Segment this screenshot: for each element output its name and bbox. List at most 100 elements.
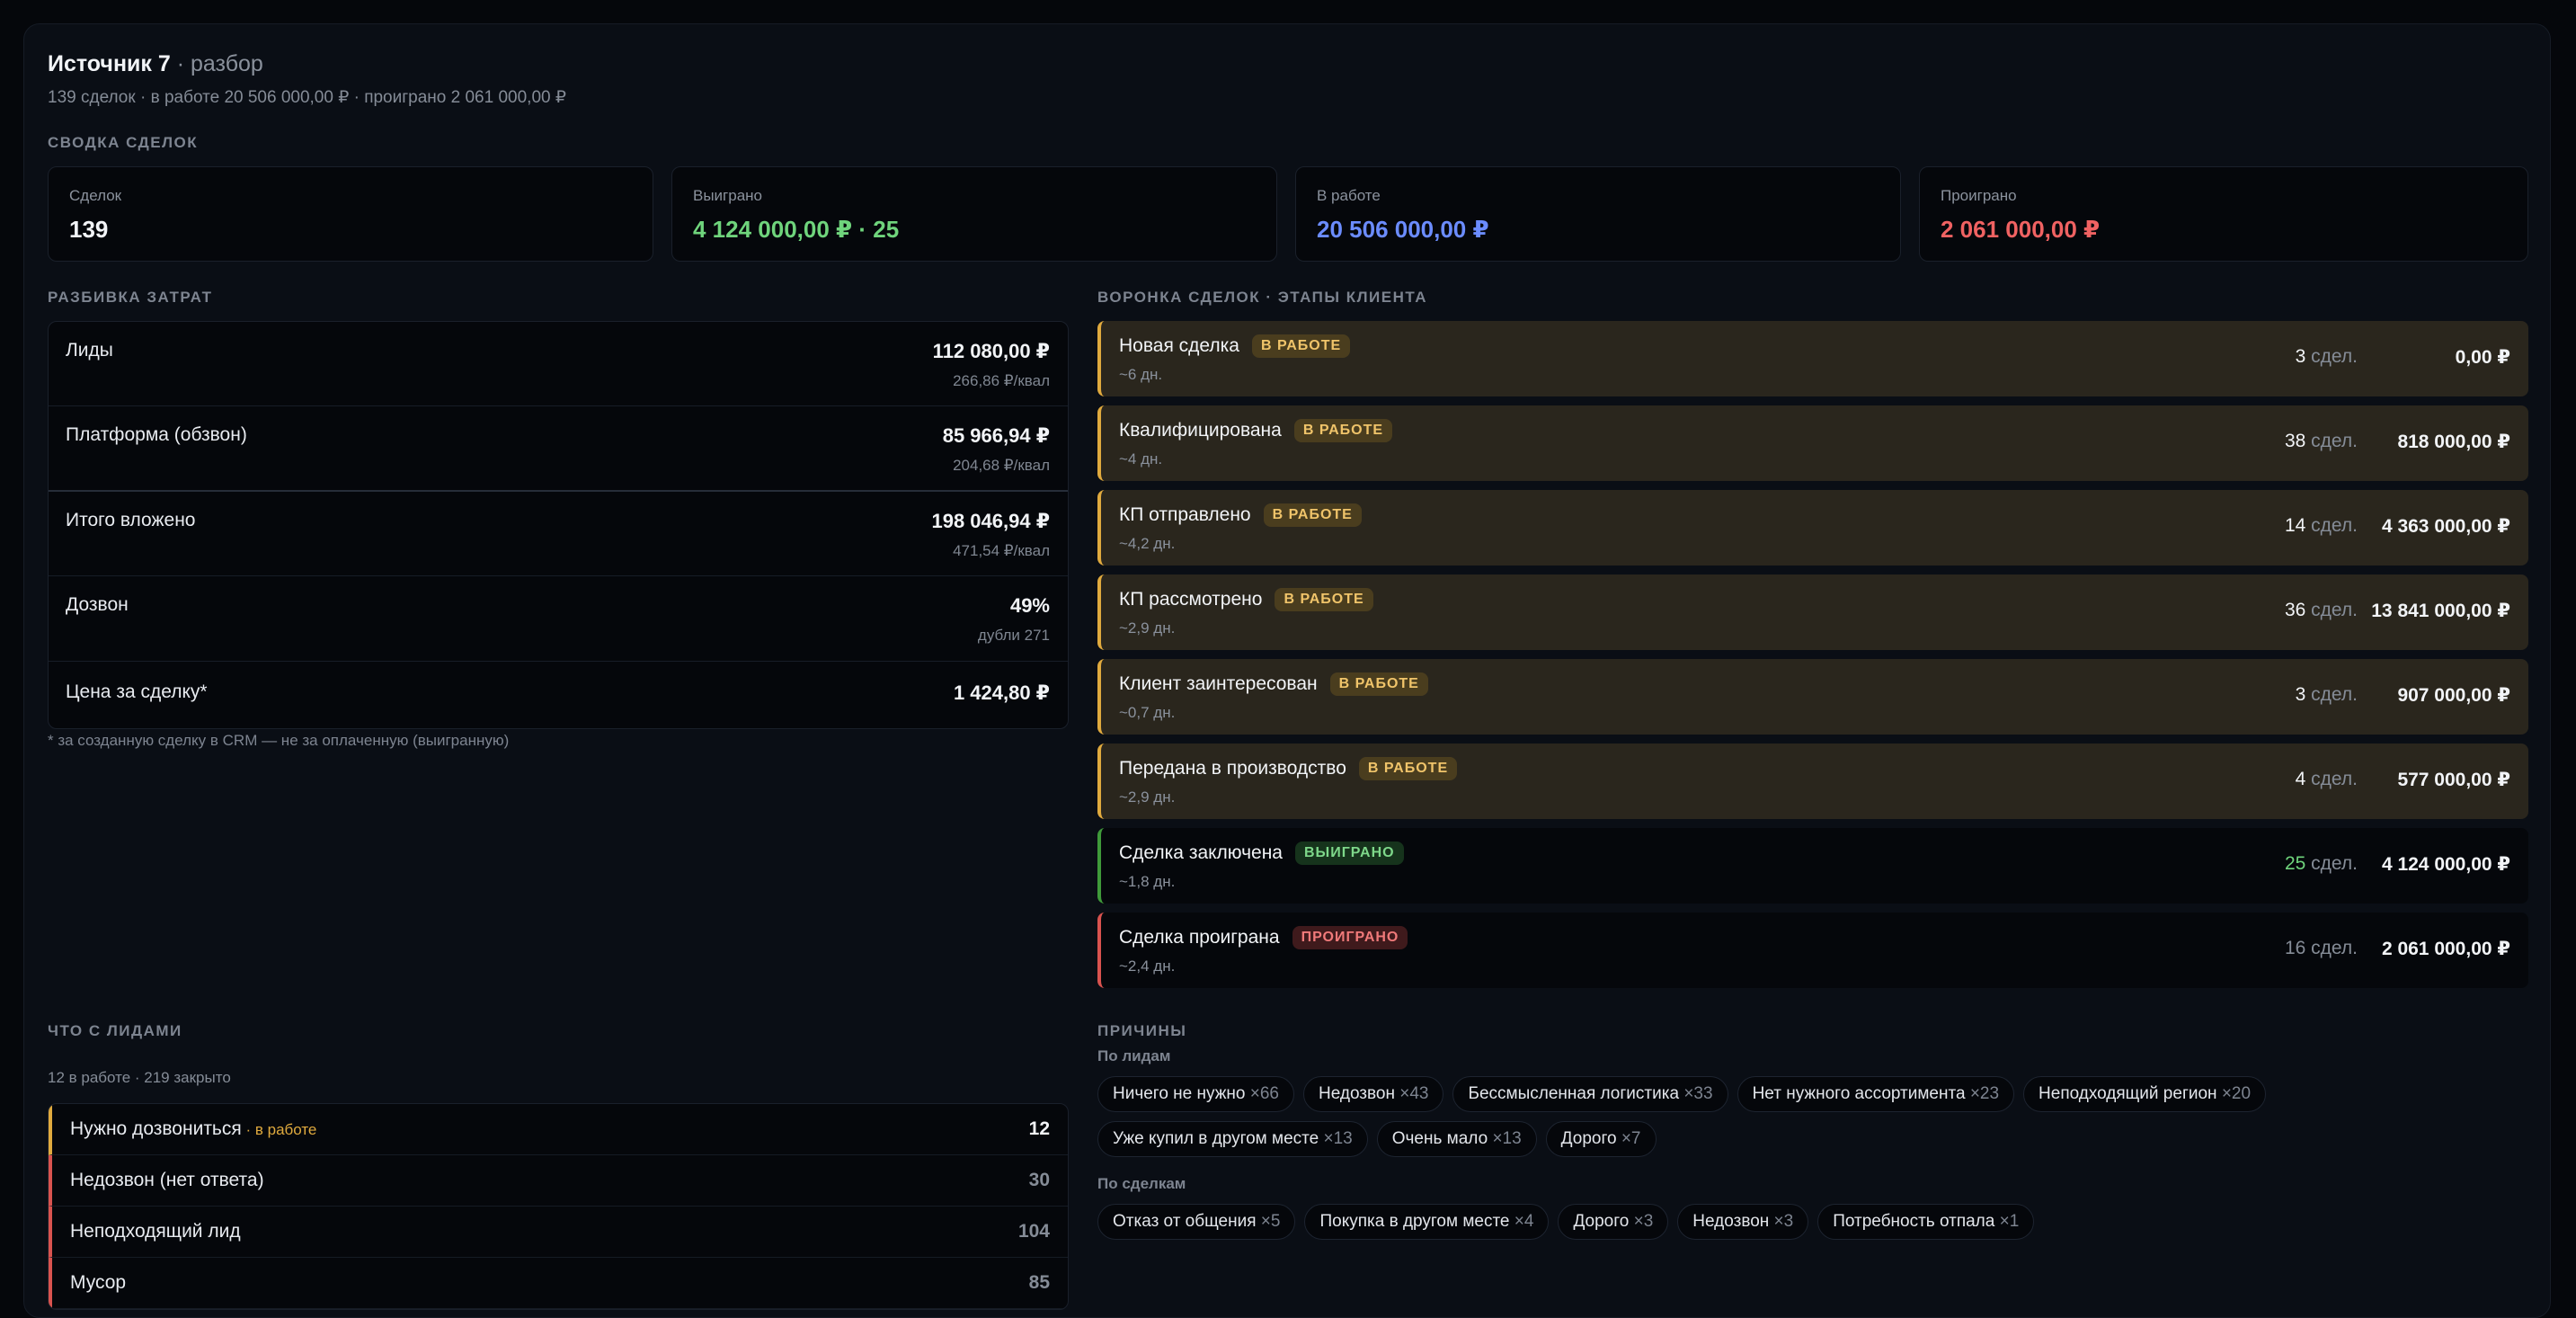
stage-name: КП рассмотрено В РАБОТЕ	[1119, 588, 1373, 611]
leads-subtitle: 12 в работе · 219 закрыто	[48, 1069, 231, 1086]
reasons-by-leads-label: По лидам	[1097, 1047, 1171, 1064]
costs-table: Лиды 112 080,00 ₽ 266,86 ₽/квал Платформ…	[48, 321, 1069, 729]
card-value: 2 061 000,00 ₽	[1941, 216, 2101, 243]
reason-chip-count: ×66	[1249, 1084, 1279, 1103]
stage-count-unit: сдел.	[2311, 431, 2358, 451]
reason-chip[interactable]: Дорого ×3	[1558, 1204, 1669, 1240]
reason-chip[interactable]: Покупка в другом месте ×4	[1304, 1204, 1550, 1240]
stage-name: Передана в производство В РАБОТЕ	[1119, 757, 1458, 780]
funnel-stage[interactable]: Передана в производство В РАБОТЕ ~2,9 дн. 4…	[1097, 744, 2528, 819]
stage-title: Новая сделка	[1119, 335, 1239, 356]
reason-chip[interactable]: Очень мало ×13	[1376, 1121, 1537, 1157]
lead-status-row[interactable]: Недозвон (нет ответа) 30	[49, 1155, 1068, 1207]
funnel-stage[interactable]: Сделка проиграна ПРОИГРАНО ~2,4 дн. 16 сдел…	[1097, 913, 2528, 988]
summary-card-deals: Сделок 139	[48, 166, 653, 262]
reason-chip[interactable]: Потребность отпала ×1	[1817, 1204, 2035, 1240]
stage-title: Клиент заинтересован	[1119, 673, 1318, 694]
stage-name: Сделка заключена ВЫИГРАНО	[1119, 842, 1404, 865]
lead-status-row[interactable]: Мусор 85	[49, 1258, 1068, 1309]
cost-row-name: Платформа (обзвон)	[66, 424, 247, 445]
lead-status-name: Неподходящий лид	[70, 1221, 241, 1242]
stage-title: Передана в производство	[1119, 758, 1346, 779]
status-badge: В РАБОТЕ	[1251, 334, 1351, 358]
page-subtitle: 139 сделок · в работе 20 506 000,00 ₽ · …	[48, 88, 566, 107]
status-badge: ПРОИГРАНО	[1292, 926, 1408, 949]
reason-chip-count: ×4	[1514, 1212, 1534, 1231]
reason-chip-label: Дорого	[1560, 1129, 1617, 1148]
reasons-by-leads-chips: Ничего не нужно ×66 Недозвон ×43 Бессмысле…	[1097, 1076, 2536, 1157]
reason-chip[interactable]: Дорого ×7	[1545, 1121, 1657, 1157]
stage-count: 4 сдел.	[2296, 769, 2358, 790]
lead-status-name: Нужно дозвониться · в работе	[70, 1118, 316, 1140]
funnel-stage[interactable]: Сделка заключена ВЫИГРАНО ~1,8 дн. 25 сдел.…	[1097, 828, 2528, 904]
stage-count: 25 сдел.	[2285, 853, 2358, 875]
reason-chip[interactable]: Уже купил в другом месте ×13	[1097, 1121, 1368, 1157]
stage-count-value: 14	[2284, 515, 2306, 536]
lead-status-count: 30	[1028, 1170, 1050, 1190]
cost-row-sub: 266,86 ₽/квал	[953, 372, 1050, 389]
lead-status-label: Недозвон (нет ответа)	[70, 1170, 264, 1190]
funnel-stage[interactable]: КП рассмотрено В РАБОТЕ ~2,9 дн. 36 сдел. 13…	[1097, 574, 2528, 650]
source-panel: Источник 7 · разбор 139 сделок · в работ…	[23, 23, 2551, 1318]
cost-row-sub: дубли 271	[977, 627, 1050, 644]
reason-chip-label: Недозвон	[1319, 1084, 1395, 1103]
stage-duration: ~4 дн.	[1119, 450, 1163, 468]
reason-chip[interactable]: Недозвон ×3	[1677, 1204, 1809, 1240]
stage-title: Сделка заключена	[1119, 842, 1283, 863]
card-value: 4 124 000,00 ₽ · 25	[693, 216, 900, 243]
stage-duration: ~2,9 дн.	[1119, 619, 1176, 637]
reason-chip-count: ×1	[1999, 1212, 2020, 1231]
lead-status-count: 104	[1017, 1221, 1050, 1242]
stage-count-unit: сдел.	[2311, 346, 2358, 367]
lead-status-row[interactable]: Нужно дозвониться · в работе 12	[49, 1104, 1068, 1155]
reason-chip[interactable]: Бессмысленная логистика ×33	[1452, 1076, 1728, 1112]
lead-status-count: 12	[1028, 1118, 1050, 1139]
stage-title: Квалифицирована	[1119, 420, 1282, 441]
stage-count: 38 сдел.	[2285, 431, 2358, 452]
status-badge: В РАБОТЕ	[1358, 757, 1458, 780]
reason-chip-label: Отказ от общения	[1113, 1212, 1257, 1231]
reason-chip-label: Покупка в другом месте	[1319, 1212, 1510, 1231]
summary-card-won: Выиграно 4 124 000,00 ₽ · 25	[671, 166, 1277, 262]
cost-row-name: Дозвон	[66, 594, 129, 615]
stage-count: 3 сдел.	[2296, 684, 2358, 706]
stage-amount: 907 000,00 ₽	[2397, 685, 2510, 706]
funnel-stage[interactable]: Новая сделка В РАБОТЕ ~6 дн. 3 сдел. 0,00 ₽	[1097, 321, 2528, 396]
reason-chip[interactable]: Ничего не нужно ×66	[1097, 1076, 1294, 1112]
reason-chip[interactable]: Отказ от общения ×5	[1097, 1204, 1296, 1240]
cost-row-name: Итого вложено	[66, 510, 196, 530]
costs-section-label: РАЗБИВКА ЗАТРАТ	[48, 289, 213, 306]
cost-row-total: Итого вложено 198 046,94 ₽ 471,54 ₽/квал	[49, 492, 1068, 576]
stage-name: Клиент заинтересован В РАБОТЕ	[1119, 672, 1428, 696]
stage-duration: ~2,9 дн.	[1119, 788, 1176, 806]
funnel-stage[interactable]: Клиент заинтересован В РАБОТЕ ~0,7 дн. 3 сд…	[1097, 659, 2528, 735]
card-value: 20 506 000,00 ₽	[1317, 216, 1489, 243]
reason-chip[interactable]: Неподходящий регион ×20	[2023, 1076, 2267, 1112]
costs-footnote: * за созданную сделку в CRM — не за опла…	[48, 732, 510, 749]
reason-chip[interactable]: Нет нужного ассортимента ×23	[1737, 1076, 2015, 1112]
stage-count-value: 36	[2284, 600, 2306, 620]
reason-chip-label: Бессмысленная логистика	[1468, 1084, 1680, 1103]
leads-table: Нужно дозвониться · в работе 12 Недозвон (…	[48, 1103, 1069, 1310]
lead-status-label: Неподходящий лид	[70, 1221, 241, 1242]
stage-count-value: 3	[2295, 346, 2306, 367]
funnel-stage[interactable]: КП отправлено В РАБОТЕ ~4,2 дн. 14 сдел. 4 3…	[1097, 490, 2528, 565]
lead-status-row[interactable]: Неподходящий лид 104	[49, 1207, 1068, 1258]
funnel-stage[interactable]: Квалифицирована В РАБОТЕ ~4 дн. 38 сдел. 818…	[1097, 405, 2528, 481]
status-badge: В РАБОТЕ	[1275, 588, 1373, 611]
leads-section-label: ЧТО С ЛИДАМИ	[48, 1022, 182, 1039]
stage-count: 36 сдел.	[2285, 600, 2358, 621]
reason-chip-count: ×7	[1621, 1129, 1641, 1148]
stage-duration: ~1,8 дн.	[1119, 873, 1176, 890]
status-badge: В РАБОТЕ	[1263, 503, 1362, 527]
cost-row-value: 85 966,94 ₽	[942, 424, 1050, 447]
stage-count: 14 сдел.	[2285, 515, 2358, 537]
reason-chip[interactable]: Недозвон ×43	[1303, 1076, 1444, 1112]
stage-name: КП отправлено В РАБОТЕ	[1119, 503, 1362, 527]
card-label: В работе	[1317, 187, 1381, 204]
cost-row-value: 198 046,94 ₽	[931, 510, 1050, 532]
reason-chip-label: Очень мало	[1391, 1129, 1488, 1148]
summary-card-in-progress: В работе 20 506 000,00 ₽	[1295, 166, 1901, 262]
card-value: 139	[69, 216, 109, 243]
stage-count-unit: сдел.	[2311, 938, 2358, 958]
